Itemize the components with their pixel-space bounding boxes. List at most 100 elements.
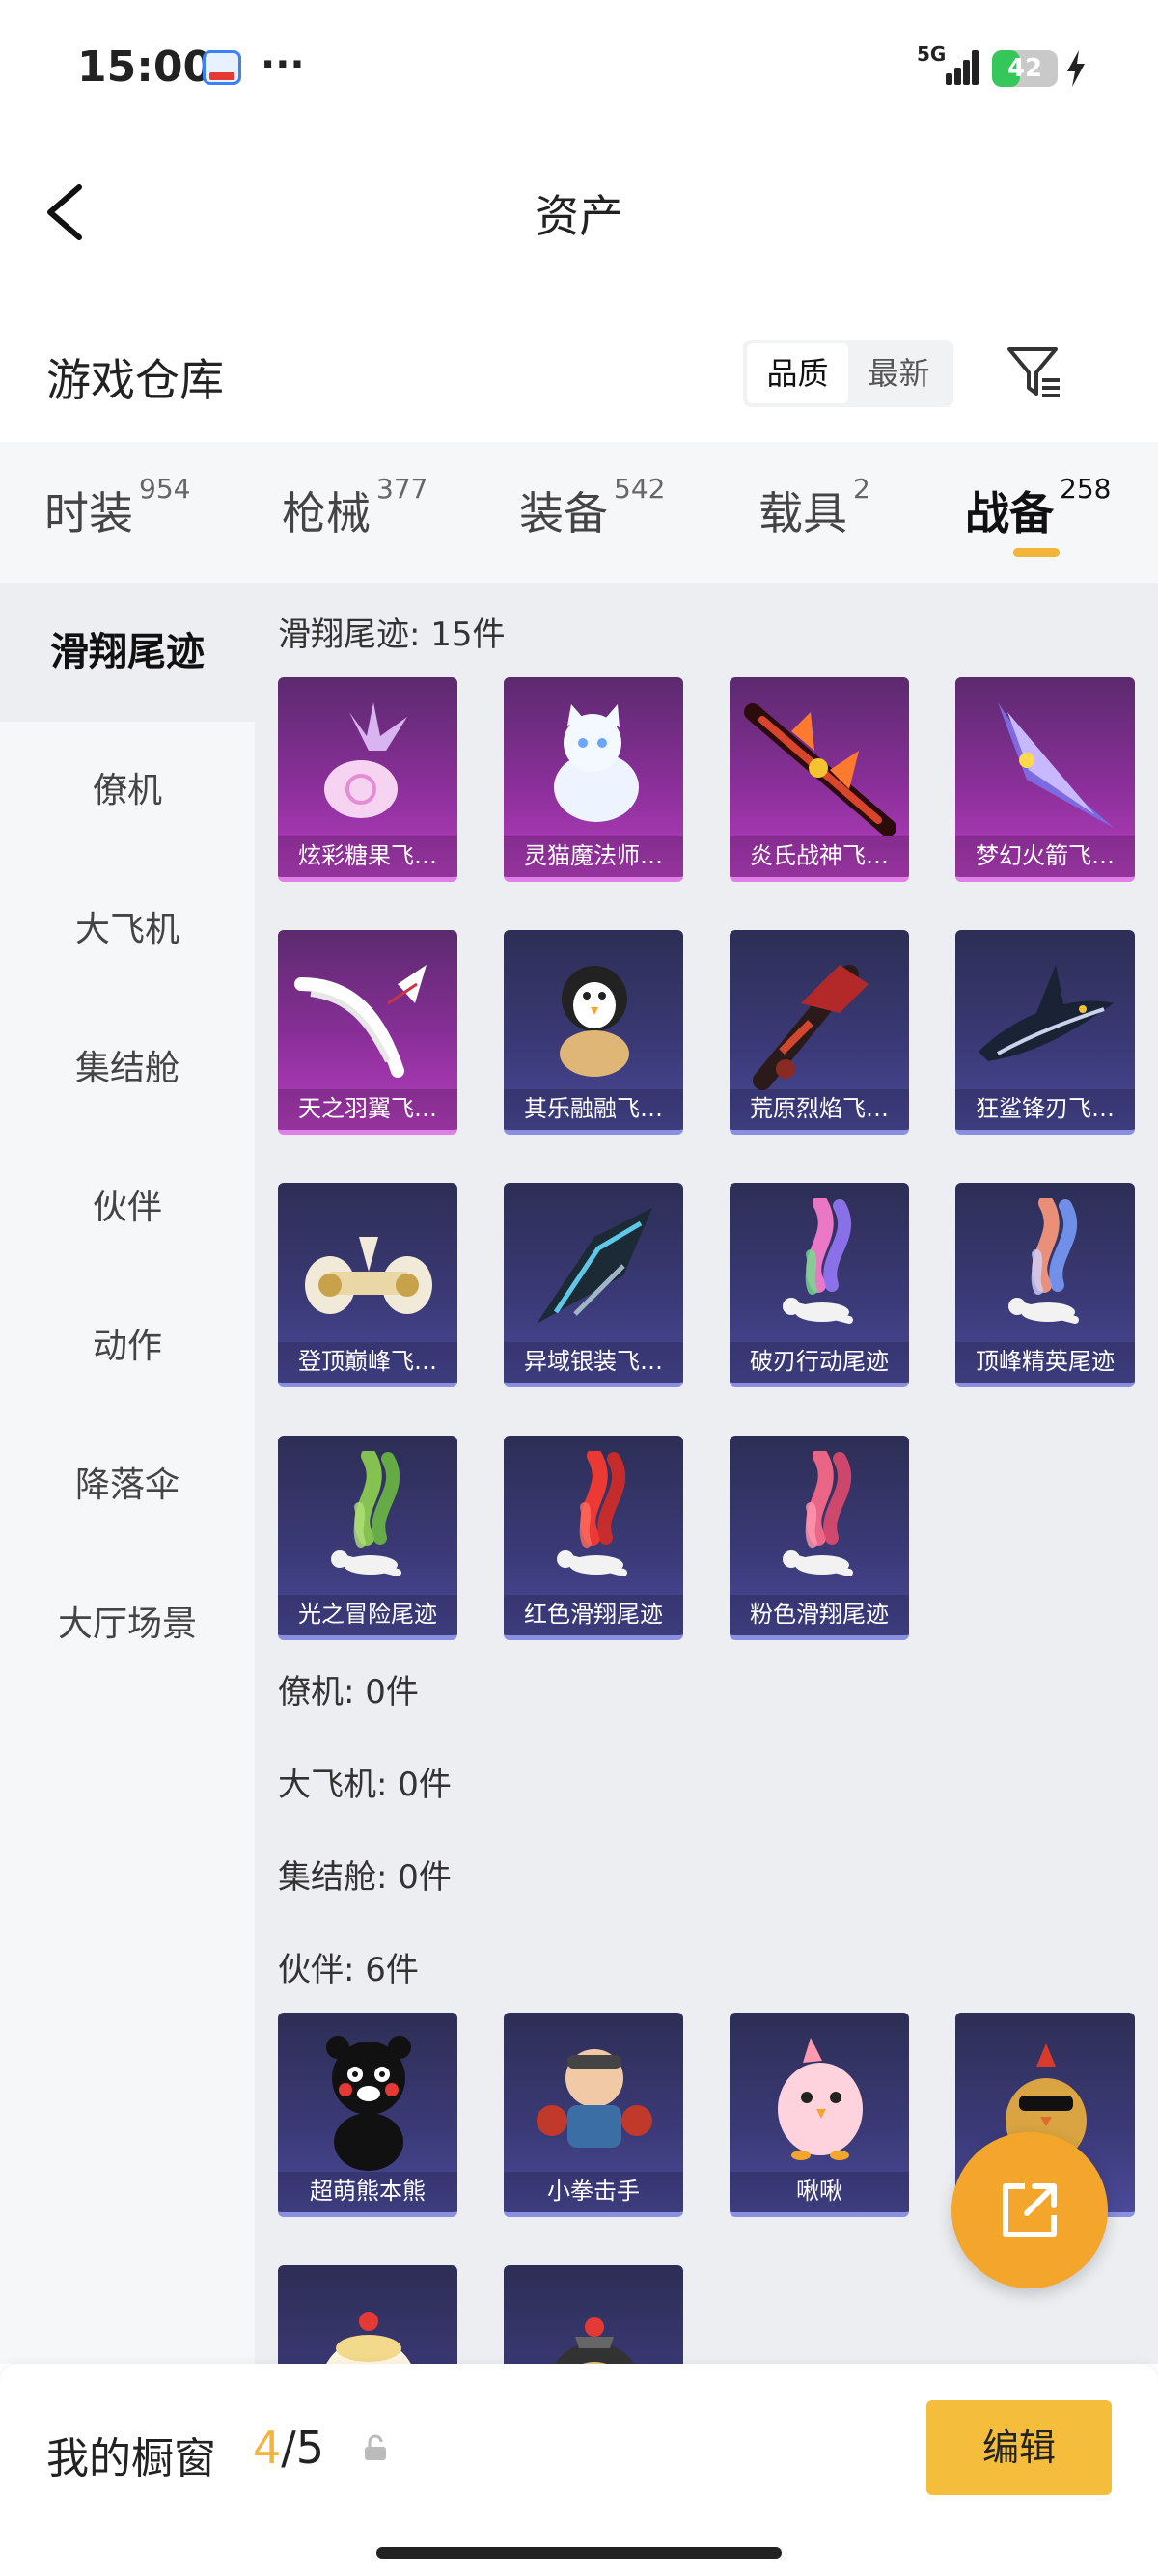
tab-count: 377 — [376, 473, 428, 505]
warehouse-header: 游戏仓库 品质 最新 — [0, 328, 1158, 425]
battery-icon: 42 — [992, 50, 1058, 87]
showcase-title: 我的橱窗 — [46, 2434, 216, 2483]
smoke-trail-icon — [743, 1195, 896, 1343]
candy-glider-icon — [291, 693, 444, 837]
home-indicator — [376, 2547, 782, 2559]
item-name: 小拳击手 — [504, 2172, 683, 2212]
section-title-capsule: 集结舱: 0件 — [278, 1858, 452, 1897]
item-card[interactable]: 光之冒险尾迹 — [278, 1436, 457, 1640]
item-card[interactable]: 天之羽翼飞… — [278, 930, 457, 1135]
sort-toggle: 品质 最新 — [743, 340, 953, 407]
item-card[interactable]: 荒原烈焰飞… — [730, 930, 909, 1135]
white-chick-icon — [291, 2281, 444, 2364]
edit-button[interactable]: 编辑 — [926, 2400, 1112, 2495]
item-card[interactable]: 粉色滑翔尾迹 — [730, 1436, 909, 1640]
item-name: 炎氏战神飞… — [730, 836, 909, 877]
sidebar-item-plane[interactable]: 大飞机 — [0, 861, 255, 1000]
warehouse-title: 游戏仓库 — [46, 354, 224, 406]
showcase-total: /5 — [281, 2422, 325, 2474]
sort-newest-button[interactable]: 最新 — [848, 343, 950, 403]
sidebar-item-capsule[interactable]: 集结舱 — [0, 1000, 255, 1138]
sidebar-item-lobby-scene[interactable]: 大厅场景 — [0, 1555, 255, 1694]
tab-count: 542 — [614, 473, 666, 505]
tab-equipment[interactable]: 装备 542 — [519, 473, 665, 542]
tab-label: 装备 — [519, 487, 608, 539]
item-card[interactable]: 红色滑翔尾迹 — [504, 1436, 683, 1640]
item-name: 粉色滑翔尾迹 — [730, 1595, 909, 1635]
silver-glider-icon — [517, 1198, 670, 1343]
pink-bird-icon — [743, 2028, 896, 2173]
tab-count: 954 — [139, 473, 191, 505]
tab-label: 枪械 — [282, 487, 371, 539]
share-icon — [1003, 2183, 1057, 2237]
tab-count: 2 — [853, 473, 870, 505]
sidebar-item-wingman[interactable]: 僚机 — [0, 722, 255, 861]
status-time: 15:00 — [77, 42, 213, 92]
boxer-icon — [517, 2028, 670, 2173]
item-name: 狂鲨锋刃飞… — [955, 1089, 1135, 1130]
item-card[interactable]: 破刃行动尾迹 — [730, 1183, 909, 1387]
unlock-icon — [365, 2434, 386, 2460]
sidebar-item-parachute[interactable]: 降落伞 — [0, 1416, 255, 1555]
shark-glider-icon — [969, 945, 1121, 1090]
item-card[interactable]: 异域银装飞… — [504, 1183, 683, 1387]
filter-icon[interactable] — [1004, 342, 1065, 403]
item-card[interactable]: 其乐融融飞… — [504, 930, 683, 1135]
nav-bar: 资产 — [0, 154, 1158, 270]
tab-readiness[interactable]: 战备 258 — [965, 473, 1111, 542]
charging-icon — [1067, 50, 1085, 87]
item-name: 荒原烈焰飞… — [730, 1089, 909, 1130]
wasteland-glider-icon — [743, 945, 896, 1090]
section-title-partner: 伙伴: 6件 — [278, 1951, 419, 1989]
item-card[interactable]: 登顶巅峰飞… — [278, 1183, 457, 1387]
category-tabs: 时装 954 枪械 377 装备 542 载具 2 战备 258 — [0, 442, 1158, 583]
item-card[interactable]: 灵猫魔法师… — [504, 677, 683, 882]
page-title: 资产 — [535, 190, 623, 242]
item-card[interactable]: 顶峰精英尾迹 — [955, 1183, 1135, 1387]
item-card[interactable]: 梦幻火箭飞… — [955, 677, 1135, 882]
tab-vehicles[interactable]: 载具 2 — [758, 473, 870, 542]
sidebar: 滑翔尾迹 僚机 大飞机 集结舱 伙伴 动作 降落伞 大厅场景 — [0, 583, 255, 2364]
item-card[interactable]: 狂鲨锋刃飞… — [955, 930, 1135, 1135]
tab-label: 时装 — [44, 487, 133, 539]
kumamon-icon — [291, 2028, 444, 2173]
item-card[interactable]: 啾啾 — [730, 2013, 909, 2217]
more-notifications-icon: ··· — [261, 42, 305, 87]
item-card[interactable]: 小拳击手 — [504, 2013, 683, 2217]
rocket-glider-icon — [969, 693, 1121, 837]
smoke-trail-icon — [969, 1195, 1121, 1343]
tab-guns[interactable]: 枪械 377 — [282, 473, 427, 542]
status-bar: 15:00 ··· 5G 42 — [0, 0, 1158, 135]
item-card[interactable]: 超萌熊本熊 — [278, 2013, 457, 2217]
sort-quality-button[interactable]: 品质 — [747, 343, 848, 403]
smoke-trail-icon — [291, 1448, 444, 1596]
sidebar-item-glide-trail[interactable]: 滑翔尾迹 — [0, 583, 255, 722]
active-tab-indicator — [1013, 548, 1060, 557]
item-name: 啾啾 — [730, 2172, 909, 2212]
section-title-plane: 大飞机: 0件 — [278, 1766, 452, 1804]
item-name: 光之冒险尾迹 — [278, 1595, 457, 1635]
wing-glider-icon — [291, 945, 444, 1090]
item-name: 其乐融融飞… — [504, 1089, 683, 1130]
sidebar-item-emote[interactable]: 动作 — [0, 1277, 255, 1416]
item-card[interactable] — [278, 2265, 457, 2364]
smoke-trail-icon — [743, 1448, 896, 1596]
battery-level: 42 — [1006, 54, 1043, 83]
item-card[interactable] — [504, 2265, 683, 2364]
showcase-count: 4/5 — [253, 2422, 324, 2474]
tab-count: 258 — [1060, 473, 1112, 505]
content-panel: 滑翔尾迹: 15件 炫彩糖果飞… 灵猫魔法师… 炎氏战神飞… 梦幻火箭飞… 天之羽翼飞…… — [255, 583, 1158, 2364]
item-card[interactable]: 炫彩糖果飞… — [278, 677, 457, 882]
share-button[interactable] — [951, 2132, 1108, 2288]
item-card[interactable]: 炎氏战神飞… — [730, 677, 909, 882]
flame-glider-icon — [743, 693, 896, 837]
smoke-trail-icon — [517, 1448, 670, 1596]
item-name: 天之羽翼飞… — [278, 1089, 457, 1130]
item-name: 梦幻火箭飞… — [955, 836, 1135, 877]
helmet-bear-icon — [517, 2281, 670, 2364]
penguin-glider-icon — [517, 945, 670, 1090]
tab-fashion[interactable]: 时装 954 — [44, 473, 190, 542]
sidebar-item-partner[interactable]: 伙伴 — [0, 1138, 255, 1277]
cat-glider-icon — [517, 693, 670, 837]
signal-icon — [936, 48, 979, 85]
